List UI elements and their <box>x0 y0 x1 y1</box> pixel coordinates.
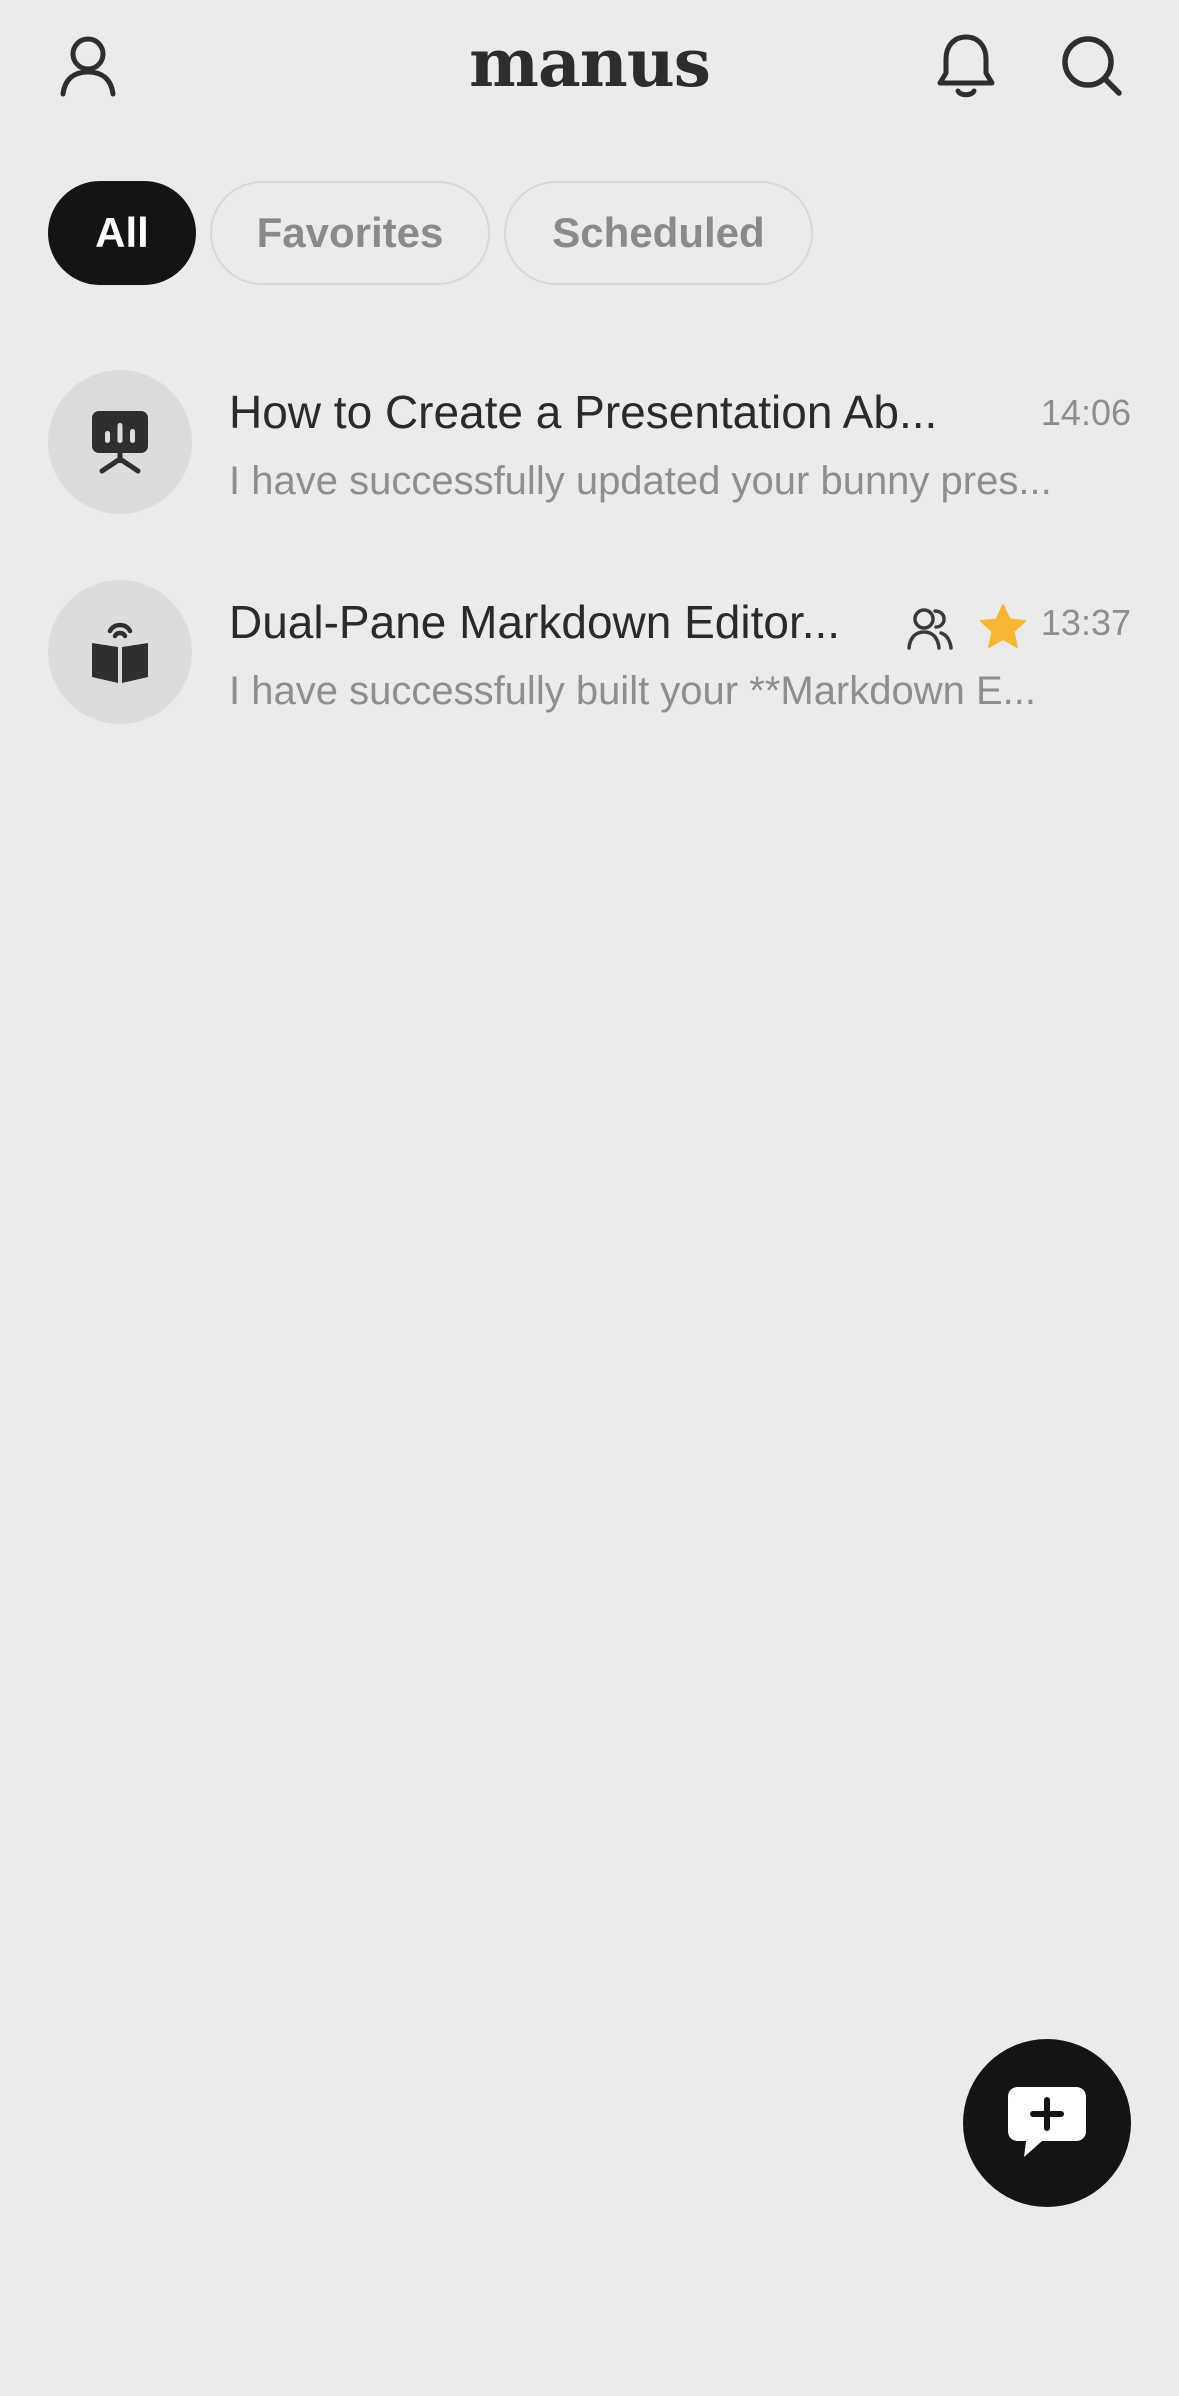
book-icon <box>92 622 148 683</box>
shared-users-icon <box>907 608 953 650</box>
task-time: 13:37 <box>1040 602 1131 643</box>
task-preview: I have successfully updated your bunny p… <box>229 459 1052 503</box>
tab-favorites[interactable]: Favorites <box>210 181 490 285</box>
presentation-icon <box>92 411 148 474</box>
new-chat-icon <box>1008 2087 1086 2157</box>
search-icon <box>1062 36 1122 96</box>
tab-scheduled[interactable]: Scheduled <box>504 181 813 285</box>
app-header: manus <box>0 0 1179 130</box>
task-item[interactable]: How to Create a Presentation Ab... 14:06… <box>48 368 1131 514</box>
star-icon[interactable] <box>978 602 1028 652</box>
task-avatar <box>48 580 192 724</box>
notifications-button[interactable] <box>926 26 1006 106</box>
search-button[interactable] <box>1052 26 1132 106</box>
bell-icon <box>937 34 995 98</box>
task-avatar <box>48 370 192 514</box>
task-title: How to Create a Presentation Ab... <box>229 386 938 438</box>
filter-tabs: All Favorites Scheduled <box>48 181 813 285</box>
tab-all[interactable]: All <box>48 181 196 285</box>
new-task-button[interactable] <box>963 2039 1131 2207</box>
task-time: 14:06 <box>1040 392 1131 433</box>
task-title: Dual-Pane Markdown Editor... <box>229 596 841 648</box>
task-preview: I have successfully built your **Markdow… <box>229 669 1037 713</box>
task-item[interactable]: Dual-Pane Markdown Editor... 13:37 I hav… <box>48 578 1131 724</box>
